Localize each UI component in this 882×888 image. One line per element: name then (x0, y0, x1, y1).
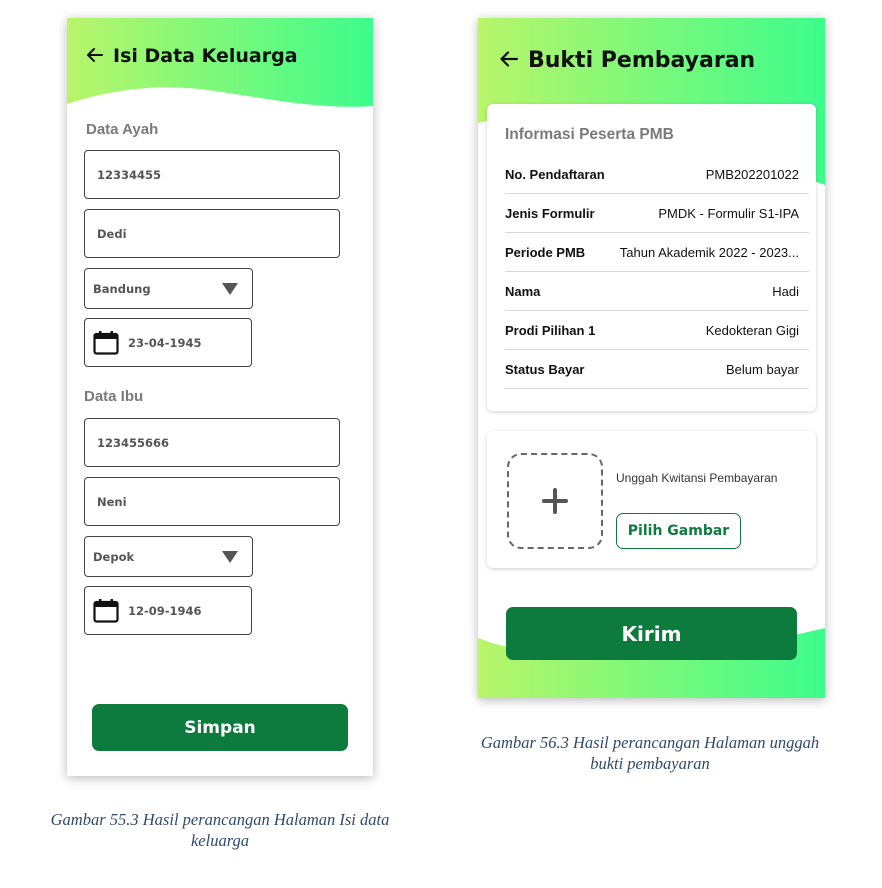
upload-label: Unggah Kwitansi Pembayaran (616, 471, 778, 485)
mother-city-select[interactable]: Depok (84, 536, 253, 577)
page-header: Bukti Pembayaran (500, 48, 755, 73)
figure-caption-55: Gambar 55.3 Hasil perancangan Halaman Is… (10, 809, 430, 851)
mother-name-input[interactable]: Neni (84, 477, 340, 526)
plus-icon (542, 488, 568, 514)
save-button[interactable]: Simpan (92, 704, 348, 751)
father-city-value: Bandung (93, 281, 151, 296)
caption-line: bukti pembayaran (590, 754, 710, 773)
father-id-input[interactable]: 12334455 (84, 150, 340, 199)
pick-image-button[interactable]: Pilih Gambar (616, 513, 741, 549)
mother-city-value: Depok (93, 549, 135, 564)
back-arrow-icon[interactable] (87, 45, 103, 67)
calendar-icon (93, 330, 119, 355)
info-row-form-type: Jenis Formulir PMDK - Formulir S1-IPA (505, 194, 809, 233)
father-city-select[interactable]: Bandung (84, 268, 253, 309)
info-value: Belum bayar (726, 361, 799, 377)
info-label: Jenis Formulir (505, 205, 595, 221)
page-header: Isi Data Keluarga (87, 45, 298, 67)
info-row-registration: No. Pendaftaran PMB202201022 (505, 155, 809, 194)
caption-line: keluarga (190, 831, 250, 850)
info-value: Hadi (772, 283, 799, 299)
back-arrow-icon[interactable] (500, 48, 519, 73)
dropdown-triangle-icon (222, 282, 238, 295)
father-section-label: Data Ayah (86, 121, 159, 138)
info-row-period: Periode PMB Tahun Akademik 2022 - 2023..… (505, 233, 809, 272)
father-dob-input[interactable]: 23-04-1945 (84, 318, 252, 367)
mother-dob-value: 12-09-1946 (128, 603, 202, 618)
figure-caption-56: Gambar 56.3 Hasil perancangan Halaman un… (440, 732, 860, 774)
father-name-value: Dedi (97, 226, 127, 241)
info-value: Kedokteran Gigi (705, 322, 799, 338)
info-value: PMDK - Formulir S1-IPA (658, 205, 799, 221)
info-value: Tahun Akademik 2022 - 2023... (619, 244, 799, 260)
info-row-study-program: Prodi Pilihan 1 Kedokteran Gigi (505, 311, 809, 350)
upload-dropzone[interactable] (507, 453, 603, 549)
participant-info-card: Informasi Peserta PMB No. Pendaftaran PM… (487, 104, 816, 411)
info-card-title: Informasi Peserta PMB (505, 126, 674, 143)
info-label: Periode PMB (505, 244, 586, 260)
info-label: Prodi Pilihan 1 (505, 322, 596, 338)
info-label: No. Pendaftaran (505, 166, 605, 182)
mother-dob-input[interactable]: 12-09-1946 (84, 586, 252, 635)
caption-line: Gambar 55.3 Hasil perancangan Halaman Is… (50, 810, 390, 829)
info-value: PMB202201022 (705, 166, 799, 182)
father-dob-value: 23-04-1945 (128, 335, 202, 350)
dropdown-triangle-icon (222, 550, 238, 563)
caption-line: Gambar 56.3 Hasil perancangan Halaman un… (480, 733, 820, 752)
info-label: Nama (505, 283, 541, 299)
mother-section-label: Data Ibu (84, 388, 144, 405)
info-row-name: Nama Hadi (505, 272, 809, 311)
upload-receipt-card: Unggah Kwitansi Pembayaran Pilih Gambar (487, 431, 816, 568)
father-name-input[interactable]: Dedi (84, 209, 340, 258)
info-label: Status Bayar (505, 361, 585, 377)
mother-id-value: 123455666 (97, 435, 170, 450)
mother-name-value: Neni (97, 494, 127, 509)
send-button[interactable]: Kirim (506, 607, 797, 660)
father-id-value: 12334455 (97, 167, 162, 182)
family-data-screen: Isi Data Keluarga Data Ayah 12334455 Ded… (67, 18, 373, 776)
page-title: Isi Data Keluarga (113, 45, 298, 67)
page-title: Bukti Pembayaran (528, 48, 756, 73)
calendar-icon (93, 598, 119, 623)
payment-proof-screen: Bukti Pembayaran Informasi Peserta PMB N… (478, 18, 825, 698)
info-row-payment-status: Status Bayar Belum bayar (505, 350, 809, 389)
mother-id-input[interactable]: 123455666 (84, 418, 340, 467)
